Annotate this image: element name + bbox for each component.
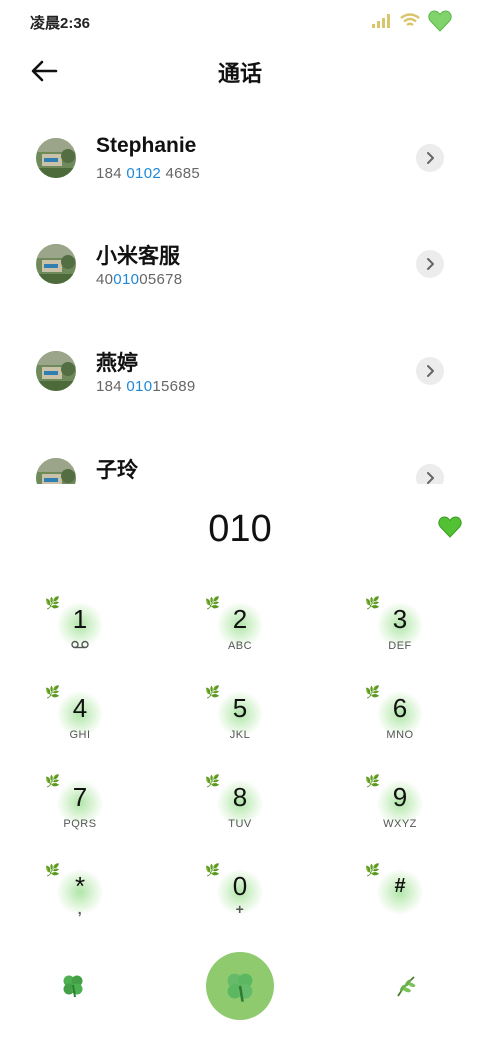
contact-name: Stephanie bbox=[96, 134, 197, 157]
number-part: 184 bbox=[96, 165, 127, 182]
status-bar: 凌晨2:36 bbox=[0, 0, 480, 42]
four-leaf-clover-icon bbox=[227, 973, 253, 1002]
header: 通话 bbox=[0, 42, 480, 100]
number-match-highlight: 010 bbox=[126, 378, 153, 395]
number-part: 40 bbox=[96, 271, 114, 288]
key-5[interactable]: 🌿 5 JKL bbox=[195, 681, 285, 757]
status-icons bbox=[372, 10, 452, 32]
key-letters: , bbox=[77, 901, 83, 917]
contact-row[interactable]: Stephanie 184 0102 4685 bbox=[0, 104, 480, 210]
key-digit: 0 bbox=[232, 871, 248, 901]
key-letters: WXYZ bbox=[383, 818, 417, 830]
number-part: 15689 bbox=[152, 378, 196, 395]
key-digit: 9 bbox=[392, 782, 408, 812]
chevron-right-icon bbox=[427, 152, 434, 164]
key-letters: GHI bbox=[69, 729, 91, 741]
contact-row[interactable]: 燕婷 184 01015689 bbox=[0, 317, 480, 423]
voicemail-icon bbox=[35, 640, 125, 652]
key-digit: # bbox=[394, 875, 406, 897]
key-4[interactable]: 🌿 4 GHI bbox=[35, 681, 125, 757]
key-star[interactable]: 🌿 * , bbox=[35, 859, 125, 935]
key-letters: PQRS bbox=[63, 818, 97, 830]
avatar bbox=[36, 138, 76, 178]
key-digit: * bbox=[74, 871, 86, 901]
key-letters: DEF bbox=[388, 640, 412, 652]
key-9[interactable]: 🌿 9 WXYZ bbox=[355, 770, 445, 846]
page-title: 通话 bbox=[217, 61, 262, 86]
wifi-icon bbox=[400, 13, 420, 26]
contact-number: 184 0102 4685 bbox=[96, 165, 200, 182]
battery-heart-icon bbox=[428, 10, 452, 32]
key-digit: 7 bbox=[72, 782, 88, 812]
key-6[interactable]: 🌿 6 MNO bbox=[355, 681, 445, 757]
avatar bbox=[36, 244, 76, 284]
key-digit: 4 bbox=[72, 693, 88, 723]
key-letters: TUV bbox=[228, 818, 252, 830]
status-time: 凌晨2:36 bbox=[30, 15, 91, 32]
number-part: 4685 bbox=[160, 165, 201, 182]
key-8[interactable]: 🌿 8 TUV bbox=[195, 770, 285, 846]
key-letters: + bbox=[235, 901, 245, 917]
key-letters: JKL bbox=[229, 729, 251, 741]
number-match-highlight: 0102 bbox=[126, 165, 161, 182]
key-digit: 5 bbox=[232, 693, 248, 723]
contact-detail-button[interactable] bbox=[416, 144, 444, 172]
call-button[interactable] bbox=[206, 952, 274, 1020]
bottom-bar bbox=[0, 950, 480, 1030]
contact-detail-button[interactable] bbox=[416, 357, 444, 385]
number-part: 05678 bbox=[139, 271, 183, 288]
contact-detail-button[interactable] bbox=[416, 464, 444, 484]
contact-row[interactable]: 子玲 bbox=[0, 424, 480, 484]
contact-number: 4001005678 bbox=[96, 271, 182, 288]
key-letters: MNO bbox=[386, 729, 414, 741]
contact-name: 小米客服 bbox=[96, 245, 180, 268]
key-digit: 8 bbox=[232, 782, 248, 812]
key-digit: 3 bbox=[392, 604, 408, 634]
key-letters: ABC bbox=[227, 640, 253, 652]
avatar bbox=[36, 351, 76, 391]
chevron-right-icon bbox=[427, 365, 434, 377]
number-match-highlight: 010 bbox=[113, 271, 140, 288]
dialed-number[interactable]: 010 bbox=[0, 508, 480, 551]
contact-detail-button[interactable] bbox=[416, 250, 444, 278]
four-leaf-clover-icon[interactable] bbox=[60, 972, 86, 1003]
dial-display: 010 bbox=[0, 500, 480, 560]
key-0[interactable]: 🌿 0 + bbox=[195, 859, 285, 935]
key-2[interactable]: 🌿 2 ABC bbox=[195, 592, 285, 668]
contact-row[interactable]: 小米客服 4001005678 bbox=[0, 210, 480, 316]
contact-list: Stephanie 184 0102 4685 小米客服 4001005678 … bbox=[0, 104, 480, 484]
contact-name: 子玲 bbox=[96, 459, 138, 482]
number-part: 184 bbox=[96, 378, 127, 395]
green-heart-icon[interactable] bbox=[438, 516, 462, 538]
key-7[interactable]: 🌿 7 PQRS bbox=[35, 770, 125, 846]
contact-number: 184 01015689 bbox=[96, 378, 196, 395]
key-3[interactable]: 🌿 3 DEF bbox=[355, 592, 445, 668]
key-1[interactable]: 🌿 1 bbox=[35, 592, 125, 668]
chevron-right-icon bbox=[427, 472, 434, 484]
key-digit: 2 bbox=[232, 604, 248, 634]
avatar bbox=[36, 458, 76, 484]
leaf-sprig-icon[interactable] bbox=[394, 974, 418, 1003]
key-digit: 1 bbox=[72, 604, 88, 634]
signal-icon bbox=[372, 14, 390, 28]
chevron-right-icon bbox=[427, 258, 434, 270]
key-hash[interactable]: 🌿 # bbox=[355, 859, 445, 935]
contact-name: 燕婷 bbox=[96, 352, 138, 375]
key-digit: 6 bbox=[392, 693, 408, 723]
